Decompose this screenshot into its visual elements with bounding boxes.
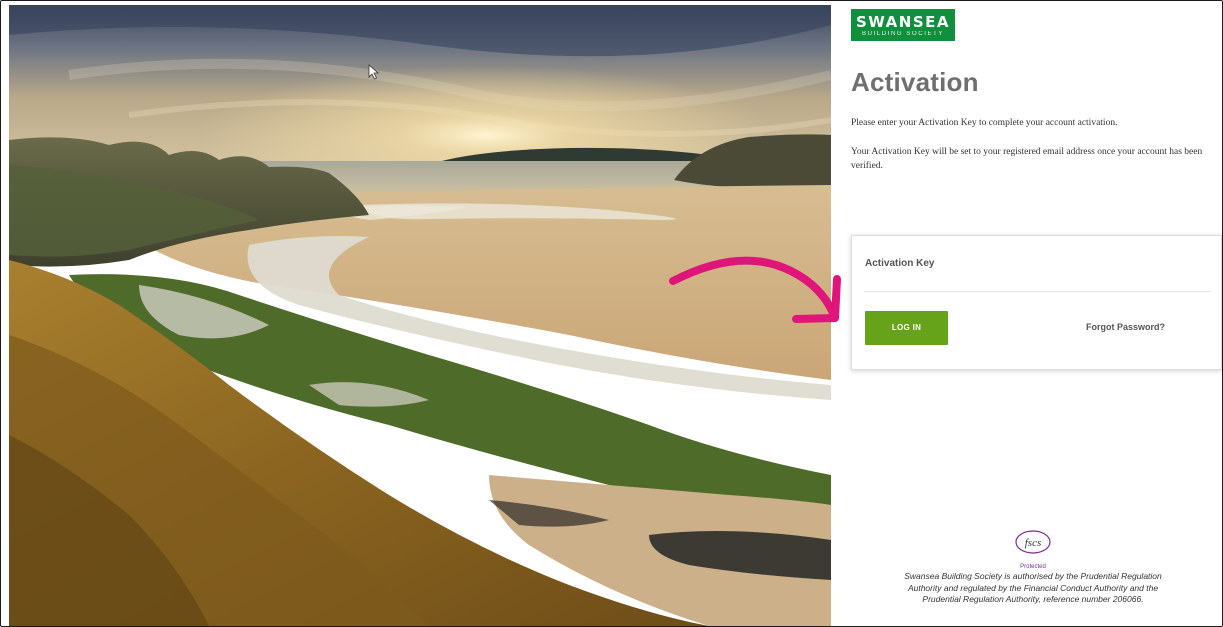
page-title: Activation xyxy=(851,67,979,97)
fscs-logo-icon[interactable]: fscs xyxy=(1014,529,1052,555)
fscs-logo-text: fscs xyxy=(1025,537,1042,549)
brand-name: SWANSEA xyxy=(856,13,950,31)
activation-key-field[interactable]: Activation Key xyxy=(864,248,1211,292)
mouse-pointer-icon xyxy=(368,64,380,80)
activation-panel: SWANSEA BUILDING SOCIETY Activation Plea… xyxy=(831,1,1222,626)
fscs-footer: fscs Protected Swansea Building Society … xyxy=(845,529,1221,606)
fscs-protected-label: Protected xyxy=(1020,564,1046,570)
intro-text: Please enter your Activation Key to comp… xyxy=(851,118,1118,128)
activation-key-input[interactable] xyxy=(864,248,1211,292)
brand-logo[interactable]: SWANSEA BUILDING SOCIETY xyxy=(851,9,955,41)
forgot-password-link[interactable]: Forgot Password? xyxy=(1086,322,1165,332)
browser-frame: SWANSEA BUILDING SOCIETY Activation Plea… xyxy=(0,0,1223,627)
hero-landscape-image xyxy=(9,5,831,626)
brand-tagline: BUILDING SOCIETY xyxy=(862,31,944,37)
activation-card: Activation Key LOG IN Forgot Password? xyxy=(851,235,1222,370)
activation-note-text: Your Activation Key will be set to your … xyxy=(851,147,1203,171)
regulatory-text: Swansea Building Society is authorised b… xyxy=(904,571,1162,604)
login-button[interactable]: LOG IN xyxy=(865,311,948,345)
